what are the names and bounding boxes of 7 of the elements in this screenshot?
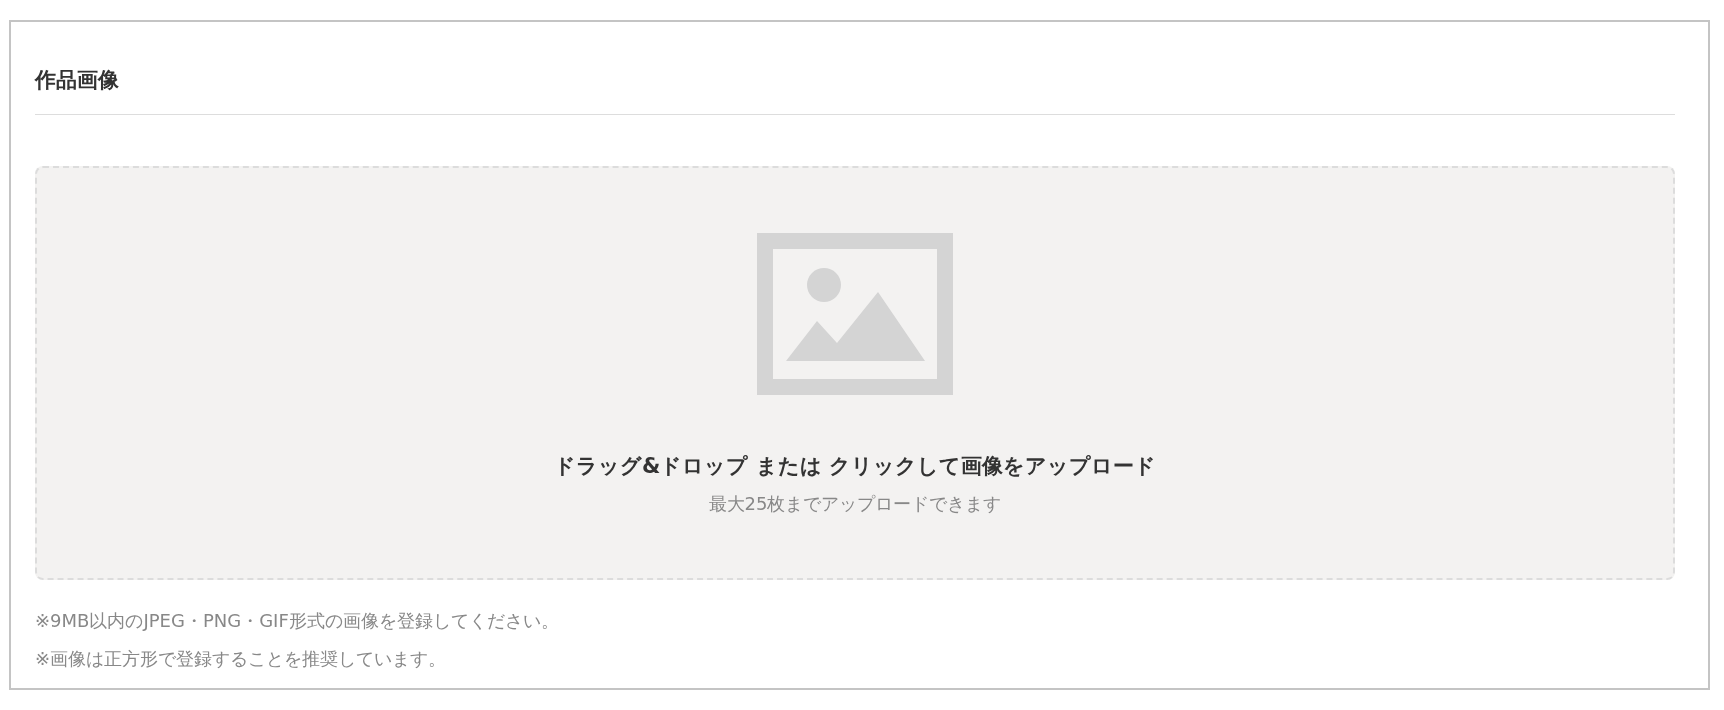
upload-limit-text: 最大25枚までアップロードできます: [708, 492, 1002, 516]
image-placeholder-icon: [757, 233, 953, 395]
note-text: ※9MB以内のJPEG・PNG・GIF形式の画像を登録してください。: [35, 609, 560, 633]
note-text: ※画像は正方形で登録することを推奨しています。: [35, 647, 448, 671]
section-title: 作品画像: [35, 67, 120, 94]
upload-dropzone[interactable]: ドラッグ&ドロップ または クリックして画像をアップロード 最大25枚までアップロードできます: [35, 166, 1675, 580]
upload-instruction: ドラッグ&ドロップ または クリックして画像をアップロード: [554, 453, 1156, 480]
